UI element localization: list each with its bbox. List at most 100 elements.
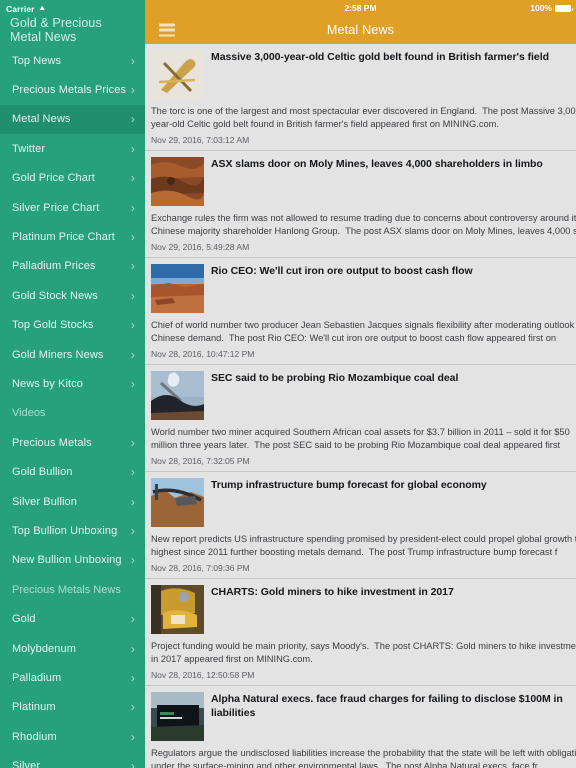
desert-mine-photo (151, 264, 204, 313)
chevron-right-icon: › (130, 53, 135, 68)
sidebar-item-news-by-kitco[interactable]: News by Kitco › (0, 369, 145, 398)
battery-full-icon (555, 4, 573, 12)
wifi-icon (39, 5, 48, 13)
sidebar-item-silver-price-chart[interactable]: Silver Price Chart › (0, 193, 145, 222)
battery-percent-label: 100% (530, 3, 552, 13)
news-list-item[interactable]: ASX slams door on Moly Mines, leaves 4,0… (145, 151, 576, 258)
chevron-right-icon: › (130, 141, 135, 156)
chevron-right-icon: › (130, 729, 135, 744)
chevron-right-icon: › (130, 318, 135, 333)
sidebar-item-top-gold-stocks[interactable]: Top Gold Stocks › (0, 311, 145, 340)
news-item-date: Nov 28, 2016, 12:50:58 PM (151, 670, 255, 680)
dam-bridge-photo (151, 478, 204, 527)
sidebar-item-label: New Bullion Unboxing (12, 554, 122, 567)
sidebar-item-rhodium[interactable]: Rhodium › (0, 722, 145, 751)
chevron-right-icon: › (130, 670, 135, 685)
sidebar-item-label: Gold Bullion (12, 466, 73, 479)
chevron-right-icon: › (130, 641, 135, 656)
sidebar-item-top-bullion-unboxing[interactable]: Top Bullion Unboxing › (0, 516, 145, 545)
chevron-right-icon: › (130, 494, 135, 509)
coal-stockpile-photo (151, 371, 204, 420)
sidebar-item-precious-metals[interactable]: Precious Metals › (0, 428, 145, 457)
news-list-item[interactable]: Rio CEO: We'll cut iron ore output to bo… (145, 258, 576, 365)
news-item-title: SEC said to be probing Rio Mozambique co… (211, 372, 459, 384)
sidebar-item-precious-metals-prices[interactable]: Precious Metals Prices › (0, 75, 145, 104)
sidebar-item-twitter[interactable]: Twitter › (0, 134, 145, 163)
gold-torc-photo (151, 50, 204, 99)
sidebar-item-gold[interactable]: Gold › (0, 604, 145, 633)
news-item-title: CHARTS: Gold miners to hike investment i… (211, 586, 454, 598)
sidebar-item-new-bullion-unboxing[interactable]: New Bullion Unboxing › (0, 546, 145, 575)
news-item-date: Nov 29, 2016, 5:49:28 AM (151, 242, 250, 252)
sidebar-item-label: Top Bullion Unboxing (12, 524, 118, 537)
news-item-header: Rio CEO: We'll cut iron ore output to bo… (145, 264, 576, 313)
chevron-right-icon: › (130, 171, 135, 186)
gold-pour-photo (151, 585, 204, 634)
chevron-right-icon: › (130, 553, 135, 568)
battery-indicator: 100% (530, 0, 573, 16)
sidebar-item-label: Metal News (12, 113, 71, 126)
hamburger-bar (159, 34, 175, 37)
sidebar-item-label: Palladium Prices (12, 260, 96, 273)
news-item-date: Nov 28, 2016, 10:47:12 PM (151, 349, 255, 359)
sidebar-item-palladium[interactable]: Palladium › (0, 663, 145, 692)
news-list-item[interactable]: Alpha Natural execs. face fraud charges … (145, 686, 576, 768)
sidebar-item-label: Twitter (12, 142, 46, 155)
sidebar-menu-list: Top News › Precious Metals Prices › Metal Ne… (0, 44, 145, 768)
news-item-summary: Project funding would be main priority, … (151, 641, 576, 664)
sidebar-item-gold-bullion[interactable]: Gold Bullion › (0, 457, 145, 486)
sidebar-item-platinum-price-chart[interactable]: Platinum Price Chart › (0, 222, 145, 251)
hamburger-menu-icon[interactable] (159, 23, 175, 37)
chevron-right-icon: › (130, 376, 135, 391)
sidebar-item-gold-price-chart[interactable]: Gold Price Chart › (0, 164, 145, 193)
news-item-title: Trump infrastructure bump forecast for g… (211, 479, 487, 491)
news-item-summary: World number two miner acquired Southern… (151, 427, 570, 450)
chevron-right-icon: › (130, 200, 135, 215)
sidebar-item-gold-stock-news[interactable]: Gold Stock News › (0, 281, 145, 310)
sidebar-item-metal-news[interactable]: Metal News › (0, 104, 145, 135)
chevron-right-icon: › (130, 230, 135, 245)
news-list-item[interactable]: Trump infrastructure bump forecast for g… (145, 472, 576, 579)
sidebar-item-platinum[interactable]: Platinum › (0, 693, 145, 722)
sidebar-item-silver-bullion[interactable]: Silver Bullion › (0, 487, 145, 516)
news-item-date: Nov 29, 2016, 7:03:12 AM (151, 135, 250, 145)
chevron-right-icon: › (130, 112, 135, 127)
sidebar-item-label: Top Gold Stocks (12, 319, 94, 332)
content-pane: 2:58 PM 100% Metal News Massive 3,000-ye… (145, 0, 576, 768)
news-list[interactable]: Massive 3,000-year-old Celtic gold belt … (145, 44, 576, 768)
sidebar-item-top-news[interactable]: Top News › (0, 46, 145, 75)
news-list-item[interactable]: Massive 3,000-year-old Celtic gold belt … (145, 44, 576, 151)
sidebar-item-gold-miners-news[interactable]: Gold Miners News › (0, 340, 145, 369)
sidebar-item-label: Silver (12, 760, 41, 768)
news-item-summary: The torc is one of the largest and most … (151, 106, 576, 129)
chevron-right-icon: › (130, 700, 135, 715)
sidebar-item-label: Top News (12, 54, 62, 67)
news-item-header: CHARTS: Gold miners to hike investment i… (145, 585, 576, 634)
status-time: 2:58 PM (344, 3, 377, 13)
chevron-right-icon: › (130, 83, 135, 98)
sidebar-item-label: Gold Miners News (12, 348, 104, 361)
news-list-item[interactable]: CHARTS: Gold miners to hike investment i… (145, 579, 576, 686)
sidebar-item-label: Palladium (12, 671, 62, 684)
sidebar-item-label: Gold Price Chart (12, 172, 95, 185)
sidebar-item-palladium-prices[interactable]: Palladium Prices › (0, 252, 145, 281)
news-item-header: SEC said to be probing Rio Mozambique co… (145, 371, 576, 420)
news-item-date: Nov 28, 2016, 7:09:36 PM (151, 563, 250, 573)
news-item-summary: Chief of world number two producer Jean … (151, 320, 575, 343)
news-list-item[interactable]: SEC said to be probing Rio Mozambique co… (145, 365, 576, 472)
ipad-app-screen: Carrier Gold & Precious Metal News Top N… (0, 0, 576, 768)
sidebar-item-label: News by Kitco (12, 377, 83, 390)
open-pit-mine-photo (151, 157, 204, 206)
sidebar-item-molybdenum[interactable]: Molybdenum › (0, 634, 145, 663)
chevron-right-icon: › (130, 288, 135, 303)
sidebar-section-header: Precious Metals News (12, 583, 121, 596)
sidebar-item-label: Rhodium (12, 730, 57, 743)
sidebar-item-label: Platinum Price Chart (12, 231, 115, 244)
page-title: Metal News (326, 23, 395, 37)
news-item-summary: Regulators argue the undisclosed liabili… (151, 748, 576, 768)
sidebar-item-silver[interactable]: Silver › (0, 751, 145, 768)
chevron-right-icon: › (130, 612, 135, 627)
sidebar-item-label: Gold (12, 613, 36, 626)
news-item-title: Massive 3,000-year-old Celtic gold belt … (211, 51, 549, 63)
hamburger-bar (159, 28, 175, 32)
